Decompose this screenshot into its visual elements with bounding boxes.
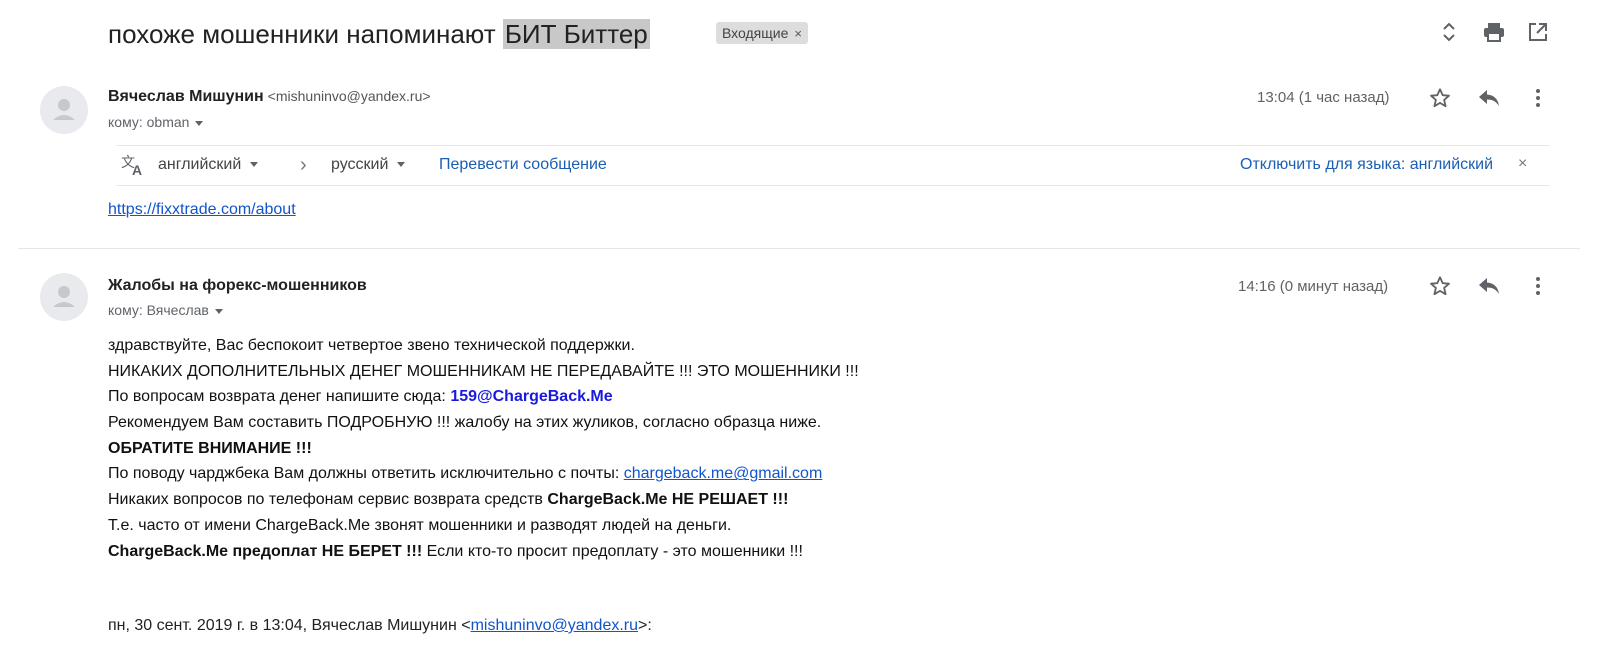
target-language-select[interactable]: русский bbox=[331, 156, 406, 174]
recipient-text: кому: obman bbox=[108, 114, 190, 130]
message2-sender[interactable]: Жалобы на форекс-мошенников bbox=[108, 277, 367, 295]
label-text: Входящие bbox=[722, 25, 789, 41]
gmail-email-link[interactable]: chargeback.me@gmail.com bbox=[624, 465, 823, 482]
close-translate-bar-icon[interactable]: × bbox=[1518, 155, 1527, 173]
body-bold-text: ChargeBack.Me НЕ РЕШАЕТ !!! bbox=[547, 491, 789, 509]
chargeback-email[interactable]: 159@ChargeBack.Me bbox=[450, 388, 612, 405]
message-divider bbox=[18, 248, 1580, 249]
target-language: русский bbox=[331, 156, 389, 173]
inbox-label-chip[interactable]: Входящие × bbox=[716, 22, 808, 44]
body-bold-text: ChargeBack.Me предоплат НЕ БЕРЕТ !!! bbox=[108, 542, 423, 560]
body-line: ChargeBack.Me предоплат НЕ БЕРЕТ !!! Есл… bbox=[108, 539, 859, 565]
open-new-window-icon[interactable] bbox=[1526, 20, 1550, 44]
reply-icon[interactable] bbox=[1475, 84, 1503, 112]
label-remove-icon[interactable]: × bbox=[794, 26, 802, 41]
svg-text:A: A bbox=[132, 162, 142, 177]
body-text: Если кто-то просит предоплату - это моше… bbox=[422, 542, 803, 560]
sender-name: Вячеслав Мишунин bbox=[108, 88, 264, 105]
body-line: Никаких вопросов по телефонам сервис воз… bbox=[108, 487, 859, 513]
more-options-icon[interactable] bbox=[1524, 272, 1552, 300]
body-text: По вопросам возврата денег напишите сюда… bbox=[108, 388, 451, 406]
body-line: Рекомендуем Вам составить ПОДРОБНУЮ !!! … bbox=[108, 414, 822, 432]
body-line: Т.е. часто от имени ChargeBack.Me звонят… bbox=[108, 516, 732, 534]
message2-time: 14:16 (0 минут назад) bbox=[1238, 278, 1389, 295]
arrow-right-icon: › bbox=[300, 154, 307, 176]
message2-recipients[interactable]: кому: Вячеслав bbox=[108, 302, 223, 318]
body-line: По поводу чарджбека Вам должны ответить … bbox=[108, 461, 859, 487]
message2-body: здравствуйте, Вас беспокоит четвертое зв… bbox=[108, 333, 859, 564]
print-icon[interactable] bbox=[1482, 20, 1506, 44]
body-line: По вопросам возврата денег напишите сюда… bbox=[108, 384, 859, 410]
body-link[interactable]: https://fixxtrade.com/about bbox=[108, 201, 296, 219]
sender-avatar bbox=[40, 86, 88, 134]
email-subject: похоже мошенники напоминают БИТ Биттер bbox=[108, 14, 650, 54]
chevron-down-icon bbox=[397, 162, 406, 168]
chevron-down-icon bbox=[250, 162, 259, 168]
body-line: НИКАКИХ ДОПОЛНИТЕЛЬНЫХ ДЕНЕГ МОШЕННИКАМ … bbox=[108, 362, 859, 380]
source-language: английский bbox=[158, 156, 242, 173]
body-text: Никаких вопросов по телефонам сервис воз… bbox=[108, 491, 548, 509]
body-text: По поводу чарджбека Вам должны ответить … bbox=[108, 465, 624, 483]
person-icon bbox=[53, 99, 75, 120]
recipient-text: кому: Вячеслав bbox=[108, 302, 209, 318]
reply-icon[interactable] bbox=[1475, 272, 1503, 300]
disable-translation-link[interactable]: Отключить для языка: английский bbox=[1240, 156, 1493, 174]
message1-time: 13:04 (1 час назад) bbox=[1257, 89, 1390, 106]
quote-text: пн, 30 сент. 2019 г. в 13:04, Вячеслав М… bbox=[108, 617, 471, 634]
translate-icon: 文A bbox=[120, 153, 146, 182]
star-icon[interactable] bbox=[1426, 272, 1454, 300]
translate-bar-top-border bbox=[116, 145, 1550, 146]
quote-email-link[interactable]: mishuninvo@yandex.ru bbox=[471, 617, 638, 634]
message1-recipients[interactable]: кому: obman bbox=[108, 114, 204, 130]
star-icon[interactable] bbox=[1426, 84, 1454, 112]
subject-highlight: БИТ Биттер bbox=[502, 19, 650, 49]
sender-email: <mishuninvo@yandex.ru> bbox=[267, 88, 431, 104]
body-line: ОБРАТИТЕ ВНИМАНИЕ !!! bbox=[108, 439, 312, 457]
message1-sender[interactable]: Вячеслав Мишунин <mishuninvo@yandex.ru> bbox=[108, 88, 431, 106]
chevron-down-icon[interactable] bbox=[214, 308, 223, 314]
chevron-down-icon[interactable] bbox=[195, 120, 204, 126]
person-icon bbox=[53, 286, 75, 307]
source-language-select[interactable]: английский bbox=[158, 156, 259, 174]
quote-text: >: bbox=[638, 617, 652, 634]
quoted-header: пн, 30 сент. 2019 г. в 13:04, Вячеслав М… bbox=[108, 617, 652, 635]
expand-collapse-icon[interactable] bbox=[1437, 20, 1461, 44]
translate-bar-bottom-border bbox=[116, 185, 1550, 186]
sender-avatar bbox=[40, 273, 88, 321]
more-options-icon[interactable] bbox=[1524, 84, 1552, 112]
body-line: здравствуйте, Вас беспокоит четвертое зв… bbox=[108, 337, 635, 354]
subject-text: похоже мошенники напоминают bbox=[108, 19, 503, 49]
translate-message-link[interactable]: Перевести сообщение bbox=[439, 156, 607, 174]
